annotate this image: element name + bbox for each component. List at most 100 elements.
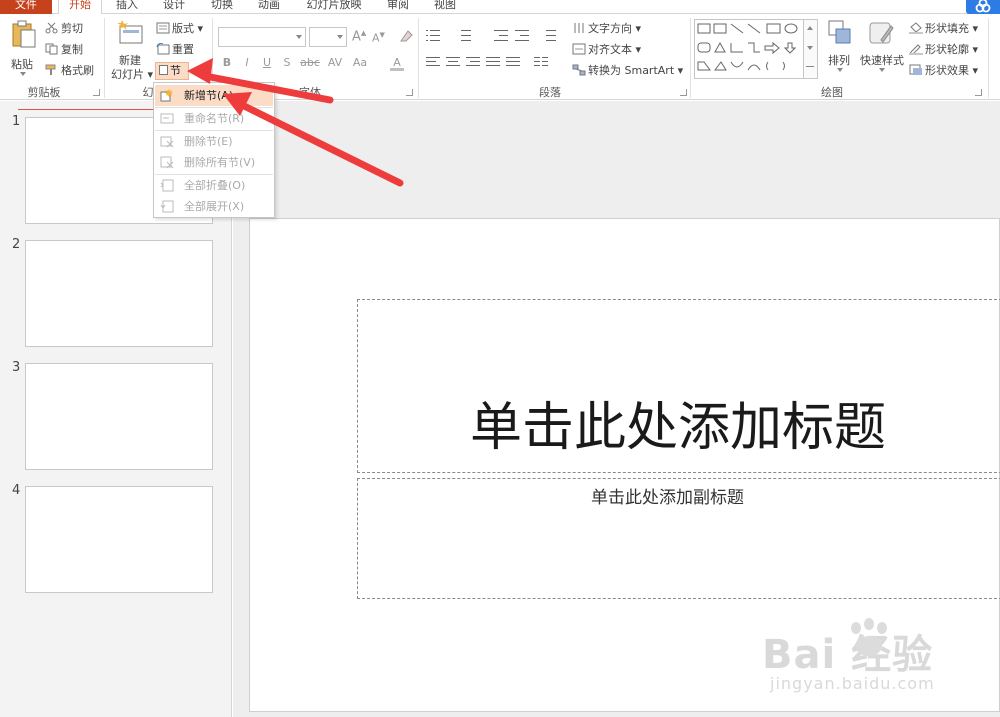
cut-button[interactable]: 剪切 <box>45 20 83 38</box>
distributed-icon[interactable] <box>506 56 522 68</box>
drawing-launcher-icon[interactable] <box>975 89 982 96</box>
italic-button[interactable]: I <box>240 56 254 70</box>
slide-thumbnail[interactable] <box>25 240 213 347</box>
font-launcher-icon[interactable] <box>406 89 413 96</box>
font-family-combo[interactable] <box>218 27 306 47</box>
tab-file[interactable]: 文件 <box>0 0 52 14</box>
cloud-sync-button[interactable] <box>966 0 1000 14</box>
tab-animations[interactable]: 动画 <box>249 0 289 14</box>
copy-button[interactable]: 复制 <box>45 41 83 59</box>
menu-item-rename-section[interactable]: 重命名节(R) <box>155 108 273 129</box>
justify-icon[interactable] <box>486 56 502 68</box>
change-case-button[interactable]: Aa <box>350 56 370 70</box>
menu-item-delete-section[interactable]: 删除节(E) <box>155 131 273 152</box>
menu-item-delete-all-sections[interactable]: 删除所有节(V) <box>155 152 273 173</box>
shape-outline-button[interactable]: 形状轮廓 ▾ <box>909 41 978 59</box>
slide-number: 4 <box>12 483 21 498</box>
layout-button[interactable]: 版式 ▾ <box>156 20 203 38</box>
text-direction-button[interactable]: 文字方向 ▾ <box>572 20 641 38</box>
shape-effects-button[interactable]: 形状效果 ▾ <box>909 62 978 80</box>
slide-thumbnail[interactable] <box>25 486 213 593</box>
decrease-indent-icon[interactable] <box>494 29 510 41</box>
shapes-gallery-icons <box>697 23 798 71</box>
slide-thumbnail[interactable] <box>25 363 213 470</box>
line-spacing-icon[interactable] <box>541 29 557 41</box>
more-icon <box>806 66 814 67</box>
format-painter-label: 格式刷 <box>61 64 94 77</box>
grow-font-button[interactable]: A▲ <box>352 29 366 44</box>
bold-button[interactable]: B <box>220 56 234 70</box>
menu-item-add-section[interactable]: 新增节(A) <box>155 85 273 106</box>
section-label: 节 <box>170 64 181 77</box>
menu-item-collapse-all[interactable]: 全部折叠(O) <box>155 175 273 196</box>
group-divider <box>690 18 691 98</box>
clear-formatting-icon[interactable] <box>398 29 414 43</box>
shapes-gallery[interactable] <box>694 19 804 79</box>
new-slide-button[interactable]: 新建 幻灯片 ▾ <box>111 20 154 82</box>
paragraph-launcher-icon[interactable] <box>680 89 687 96</box>
section-button[interactable]: 节 ▾ <box>155 62 189 93</box>
reset-label: 重置 <box>172 43 194 56</box>
bullets-icon[interactable] <box>426 29 442 41</box>
shrink-font-button[interactable]: A▼ <box>372 31 385 45</box>
cloud-icon <box>975 0 991 13</box>
align-text-button[interactable]: 对齐文本 ▾ <box>572 41 641 59</box>
strikethrough-button[interactable]: abc <box>300 56 320 70</box>
clipboard-launcher-icon[interactable] <box>93 89 100 96</box>
numbering-icon[interactable] <box>457 29 473 41</box>
subtitle-placeholder-text: 单击此处添加副标题 <box>591 488 744 508</box>
cut-label: 剪切 <box>61 22 83 35</box>
copy-icon <box>45 43 59 55</box>
baidu-jingyan-watermark: Bai 经验 jingyan.baidu.com <box>762 614 990 706</box>
tab-transitions[interactable]: 切换 <box>202 0 242 14</box>
text-direction-label: 文字方向 <box>588 22 632 35</box>
tab-design[interactable]: 设计 <box>154 0 194 14</box>
arrange-label: 排列 <box>828 54 850 67</box>
group-divider <box>418 18 419 98</box>
paste-label: 粘贴 <box>11 58 33 71</box>
increase-indent-icon[interactable] <box>515 29 531 41</box>
align-center-icon[interactable] <box>446 56 462 68</box>
reset-button[interactable]: 重置 <box>156 41 194 59</box>
font-size-combo[interactable] <box>309 27 347 47</box>
character-spacing-button[interactable]: AV <box>324 56 346 70</box>
section-icon <box>159 65 168 75</box>
subtitle-placeholder[interactable]: 单击此处添加副标题 <box>357 478 1000 599</box>
format-painter-button[interactable]: 格式刷 <box>45 62 94 80</box>
title-placeholder-text: 单击此处添加标题 <box>470 398 887 458</box>
shape-fill-label: 形状填充 <box>925 22 969 35</box>
paw-logo-icon <box>851 618 887 656</box>
convert-smartart-button[interactable]: 转换为 SmartArt ▾ <box>572 62 683 80</box>
tab-slideshow[interactable]: 幻灯片放映 <box>298 0 370 14</box>
gallery-scroll[interactable] <box>804 19 818 79</box>
paste-button[interactable]: 粘贴 <box>8 20 40 80</box>
tab-insert[interactable]: 插入 <box>108 0 146 14</box>
underline-button[interactable]: U <box>260 56 274 70</box>
quick-styles-button[interactable]: 快速样式 <box>860 20 904 80</box>
paintbrush-icon <box>45 64 59 76</box>
arrange-button[interactable]: 排列 <box>824 20 856 80</box>
paragraph-group-label: 段落 <box>539 86 561 99</box>
convert-smartart-label: 转换为 SmartArt <box>588 64 675 77</box>
chevron-up-icon <box>807 26 813 30</box>
font-color-button[interactable]: A <box>390 56 404 71</box>
align-right-icon[interactable] <box>466 56 482 68</box>
tab-view[interactable]: 视图 <box>425 0 465 14</box>
shape-fill-button[interactable]: 形状填充 ▾ <box>909 20 978 38</box>
tab-review[interactable]: 审阅 <box>378 0 418 14</box>
slide-number: 3 <box>12 360 21 375</box>
new-slide-label-bottom: 幻灯片 ▾ <box>111 68 154 81</box>
align-left-icon[interactable] <box>426 56 442 68</box>
quick-styles-icon <box>869 22 894 44</box>
tab-home[interactable]: 开始 <box>58 0 102 15</box>
menu-item-expand-all[interactable]: 全部展开(X) <box>155 196 273 217</box>
text-direction-icon <box>572 22 586 34</box>
section-dropdown-menu: 新增节(A) 重命名节(R) 删除节(E) 删除所有节(V) 全部折叠(O) 全… <box>153 82 275 218</box>
font-group-label: 字体 <box>299 86 321 99</box>
reset-icon <box>156 42 170 55</box>
columns-icon[interactable] <box>534 56 550 68</box>
shadow-button[interactable]: S <box>280 56 294 70</box>
slide-number: 1 <box>12 114 21 129</box>
pencil-icon <box>909 43 923 55</box>
title-placeholder[interactable]: 单击此处添加标题 <box>357 299 1000 473</box>
